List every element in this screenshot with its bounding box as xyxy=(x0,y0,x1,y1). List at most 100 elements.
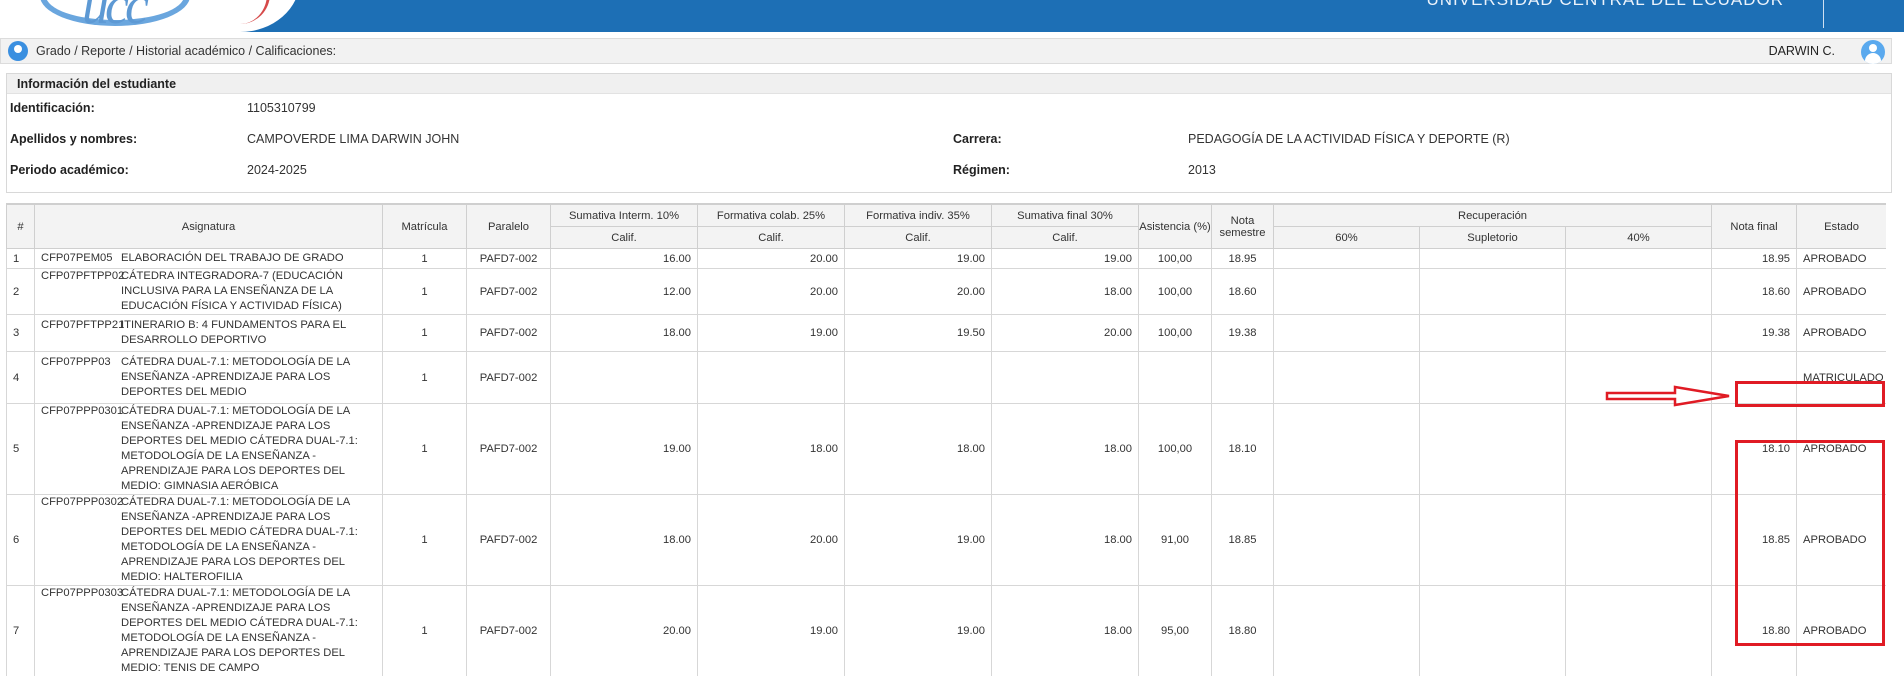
nota-final-cell: 19.38 xyxy=(1711,314,1798,352)
matricula-cell: 1 xyxy=(382,494,467,586)
subject-code: CFP07PPP0302 xyxy=(41,496,124,508)
rec-40-cell xyxy=(1564,268,1713,315)
sum-final-cell: 19.00 xyxy=(991,248,1139,269)
nota-semestre-cell xyxy=(1211,351,1274,404)
asistencia-cell: 95,00 xyxy=(1138,585,1212,676)
subject-cell: CFP07PFTPP21 ITINERARIO B: 4 FUNDAMENTOS … xyxy=(34,314,383,352)
nota-final-cell: 18.80 xyxy=(1711,585,1798,676)
rec-supletorio-cell xyxy=(1419,351,1566,404)
rec-40-cell xyxy=(1564,314,1713,352)
table-row: 7 CFP07PPP0303 CÁTEDRA DUAL-7.1: METODOLOG… xyxy=(6,585,1886,676)
rec-supletorio-cell xyxy=(1419,494,1566,586)
asistencia-cell: 100,00 xyxy=(1138,314,1212,352)
col-num: # xyxy=(6,204,35,249)
sum-interm-cell: 18.00 xyxy=(550,314,698,352)
subject-code: CFP07PFTPP21 xyxy=(41,319,125,331)
nota-semestre-cell: 18.10 xyxy=(1211,403,1274,495)
nota-final-cell: 18.95 xyxy=(1711,248,1798,269)
university-name: UNIVERSIDAD CENTRAL DEL ECUADOR xyxy=(1426,0,1784,10)
nota-final-cell xyxy=(1711,351,1798,404)
nota-semestre-cell: 18.85 xyxy=(1211,494,1274,586)
name-label: Apellidos y nombres: xyxy=(10,132,138,146)
rec-60-cell xyxy=(1273,403,1420,495)
col-rec-supletorio: Supletorio xyxy=(1419,226,1566,249)
banner-divider xyxy=(1823,0,1824,28)
subject-cell: CFP07PPP0302 CÁTEDRA DUAL-7.1: METODOLOGÍ… xyxy=(34,494,383,586)
university-logo[interactable]: ucc xyxy=(82,0,149,32)
table-row: 4 CFP07PPP03 CÁTEDRA DUAL-7.1: METODOLOGÍA… xyxy=(6,351,1886,404)
sum-final-cell xyxy=(991,351,1139,404)
asistencia-cell: 100,00 xyxy=(1138,248,1212,269)
user-name[interactable]: DARWIN C. xyxy=(1769,44,1835,58)
form-indiv-cell xyxy=(844,351,992,404)
form-colab-cell: 20.00 xyxy=(697,248,845,269)
paralelo-cell: PAFD7-002 xyxy=(466,314,551,352)
rec-60-cell xyxy=(1273,268,1420,315)
subject-name: CÁTEDRA DUAL-7.1: METODOLOGÍA DE LA ENSE… xyxy=(121,587,358,674)
asistencia-cell: 100,00 xyxy=(1138,268,1212,315)
subject-name: CÁTEDRA DUAL-7.1: METODOLOGÍA DE LA ENSE… xyxy=(121,405,358,492)
nota-semestre-cell: 19.38 xyxy=(1211,314,1274,352)
subject-code: CFP07PPP0303 xyxy=(41,587,124,599)
col-form-indiv: Formativa indiv. 35% xyxy=(844,204,992,227)
asistencia-cell: 91,00 xyxy=(1138,494,1212,586)
subject-cell: CFP07PFTPP02 CÁTEDRA INTEGRADORA-7 (EDUCA… xyxy=(34,268,383,315)
col-sum-interm: Sumativa Interm. 10% xyxy=(550,204,698,227)
row-number: 4 xyxy=(6,351,35,404)
table-row: 2 CFP07PFTPP02 CÁTEDRA INTEGRADORA-7 (EDUC… xyxy=(6,268,1886,315)
rec-supletorio-cell xyxy=(1419,585,1566,676)
form-indiv-cell: 19.00 xyxy=(844,248,992,269)
subject-code: CFP07PPP0301 xyxy=(41,405,124,417)
col-rec-60: 60% xyxy=(1273,226,1420,249)
user-avatar-icon[interactable] xyxy=(1861,40,1885,64)
period-label: Periodo académico: xyxy=(10,163,129,177)
form-colab-cell: 19.00 xyxy=(697,314,845,352)
nota-semestre-cell: 18.95 xyxy=(1211,248,1274,269)
row-number: 2 xyxy=(6,268,35,315)
breadcrumb: Grado / Reporte / Historial académico / … xyxy=(36,44,337,58)
estado-cell: APROBADO xyxy=(1796,314,1886,352)
asistencia-cell xyxy=(1138,351,1212,404)
form-indiv-cell: 18.00 xyxy=(844,403,992,495)
sum-interm-cell: 16.00 xyxy=(550,248,698,269)
estado-cell: APROBADO xyxy=(1796,494,1886,586)
career-value: PEDAGOGÍA DE LA ACTIVIDAD FÍSICA Y DEPOR… xyxy=(1188,132,1510,146)
col-calif: Calif. xyxy=(697,226,845,249)
rec-40-cell xyxy=(1564,248,1713,269)
regime-value: 2013 xyxy=(1188,163,1216,177)
breadcrumb-bar: Grado / Reporte / Historial académico / … xyxy=(0,38,1892,64)
rec-60-cell xyxy=(1273,351,1420,404)
col-paralelo: Paralelo xyxy=(466,204,551,249)
subject-name: CÁTEDRA DUAL-7.1: METODOLOGÍA DE LA ENSE… xyxy=(121,496,358,583)
matricula-cell: 1 xyxy=(382,351,467,404)
form-indiv-cell: 19.50 xyxy=(844,314,992,352)
nota-semestre-cell: 18.60 xyxy=(1211,268,1274,315)
name-value: CAMPOVERDE LIMA DARWIN JOHN xyxy=(247,132,460,146)
form-colab-cell: 20.00 xyxy=(697,268,845,315)
rec-40-cell xyxy=(1564,351,1713,404)
career-label: Carrera: xyxy=(953,132,1002,146)
subject-cell: CFP07PEM05 ELABORACIÓN DEL TRABAJO DE GRA… xyxy=(34,248,383,269)
col-form-colab: Formativa colab. 25% xyxy=(697,204,845,227)
form-indiv-cell: 20.00 xyxy=(844,268,992,315)
matricula-cell: 1 xyxy=(382,314,467,352)
asistencia-cell: 100,00 xyxy=(1138,403,1212,495)
form-colab-cell: 18.00 xyxy=(697,403,845,495)
row-number: 7 xyxy=(6,585,35,676)
form-colab-cell xyxy=(697,351,845,404)
row-number: 6 xyxy=(6,494,35,586)
paralelo-cell: PAFD7-002 xyxy=(466,351,551,404)
paralelo-cell: PAFD7-002 xyxy=(466,268,551,315)
rec-40-cell xyxy=(1564,403,1713,495)
top-banner: ucc UNIVERSIDAD CENTRAL DEL ECUADOR xyxy=(0,0,1904,32)
grades-table-container[interactable]: # Asignatura Matrícula Paralelo Sumativa… xyxy=(6,203,1886,676)
rec-40-cell xyxy=(1564,494,1713,586)
subject-code: CFP07PPP03 xyxy=(41,356,111,368)
paralelo-cell: PAFD7-002 xyxy=(466,248,551,269)
subject-name: CÁTEDRA DUAL-7.1: METODOLOGÍA DE LA ENSE… xyxy=(121,356,350,398)
col-calif: Calif. xyxy=(991,226,1139,249)
matricula-cell: 1 xyxy=(382,403,467,495)
nota-final-cell: 18.85 xyxy=(1711,494,1798,586)
estado-cell: MATRICULADO xyxy=(1796,351,1886,404)
panel-title: Información del estudiante xyxy=(7,74,1891,94)
